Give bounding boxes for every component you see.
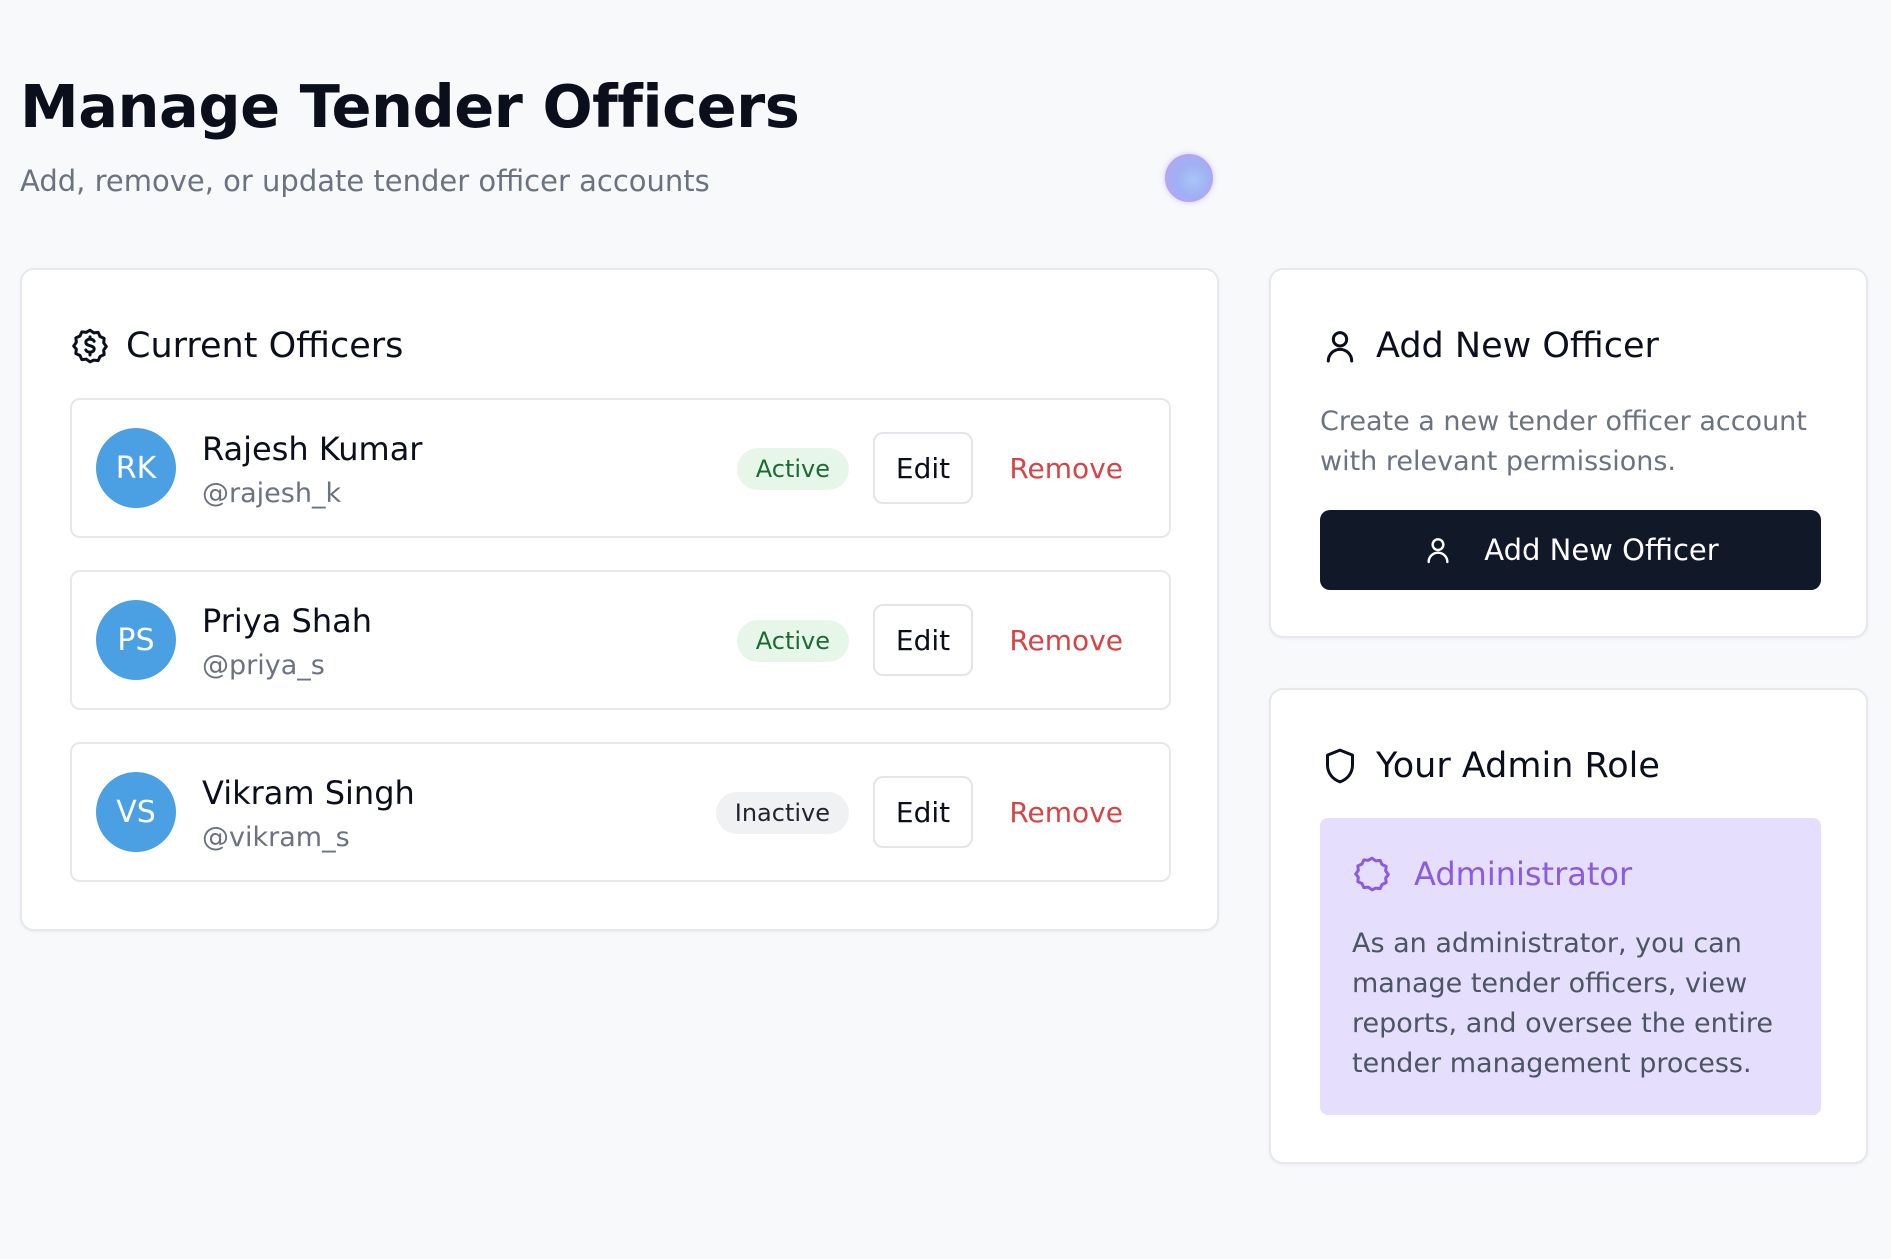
add-officer-card: Add New Officer Create a new tender offi… bbox=[1269, 268, 1868, 638]
officer-name: Priya Shah bbox=[202, 602, 372, 640]
status-badge: Inactive bbox=[715, 792, 849, 834]
remove-button[interactable]: Remove bbox=[1009, 432, 1123, 504]
role-name: Administrator bbox=[1414, 855, 1633, 893]
assistant-orb-icon[interactable] bbox=[1165, 154, 1213, 202]
shield-icon bbox=[1320, 746, 1360, 786]
officer-handle: @rajesh_k bbox=[202, 478, 342, 509]
avatar: VS bbox=[96, 772, 176, 852]
add-officer-heading: Add New Officer bbox=[1320, 326, 1659, 366]
officer-row: VS Vikram Singh @vikram_s Inactive Edit … bbox=[70, 742, 1171, 882]
officer-row: RK Rajesh Kumar @rajesh_k Active Edit Re… bbox=[70, 398, 1171, 538]
status-badge: Active bbox=[736, 448, 849, 490]
page: Manage Tender Officers Add, remove, or u… bbox=[0, 0, 1891, 1259]
page-title: Manage Tender Officers bbox=[20, 72, 800, 141]
user-icon bbox=[1422, 534, 1454, 566]
status-badge: Active bbox=[736, 620, 849, 662]
role-title: Administrator bbox=[1352, 854, 1632, 894]
admin-role-heading: Your Admin Role bbox=[1320, 746, 1660, 786]
officer-list: RK Rajesh Kumar @rajesh_k Active Edit Re… bbox=[70, 398, 1171, 914]
page-subtitle: Add, remove, or update tender officer ac… bbox=[20, 164, 710, 198]
role-box: Administrator As an administrator, you c… bbox=[1320, 818, 1821, 1115]
current-officers-title: Current Officers bbox=[126, 326, 404, 366]
edit-button[interactable]: Edit bbox=[873, 776, 973, 848]
avatar: PS bbox=[96, 600, 176, 680]
remove-button[interactable]: Remove bbox=[1009, 604, 1123, 676]
add-new-officer-button[interactable]: Add New Officer bbox=[1320, 510, 1821, 590]
current-officers-card: Current Officers RK Rajesh Kumar @rajesh… bbox=[20, 268, 1219, 931]
add-officer-title: Add New Officer bbox=[1376, 326, 1659, 366]
role-description: As an administrator, you can manage tend… bbox=[1352, 928, 1773, 1079]
avatar: RK bbox=[96, 428, 176, 508]
officer-row: PS Priya Shah @priya_s Active Edit Remov… bbox=[70, 570, 1171, 710]
admin-role-title: Your Admin Role bbox=[1376, 746, 1660, 786]
add-officer-description: Create a new tender officer account with… bbox=[1320, 406, 1807, 477]
remove-button[interactable]: Remove bbox=[1009, 776, 1123, 848]
edit-button[interactable]: Edit bbox=[873, 432, 973, 504]
officer-handle: @vikram_s bbox=[202, 822, 350, 853]
current-officers-heading: Current Officers bbox=[70, 326, 403, 366]
edit-button[interactable]: Edit bbox=[873, 604, 973, 676]
officer-name: Rajesh Kumar bbox=[202, 430, 423, 468]
admin-role-card: Your Admin Role Administrator As an admi… bbox=[1269, 688, 1868, 1164]
officer-name: Vikram Singh bbox=[202, 774, 415, 812]
user-icon bbox=[1320, 326, 1360, 366]
add-new-officer-label: Add New Officer bbox=[1484, 533, 1719, 567]
dollar-circle-icon bbox=[70, 326, 110, 366]
badge-icon bbox=[1352, 854, 1392, 894]
officer-handle: @priya_s bbox=[202, 650, 325, 681]
